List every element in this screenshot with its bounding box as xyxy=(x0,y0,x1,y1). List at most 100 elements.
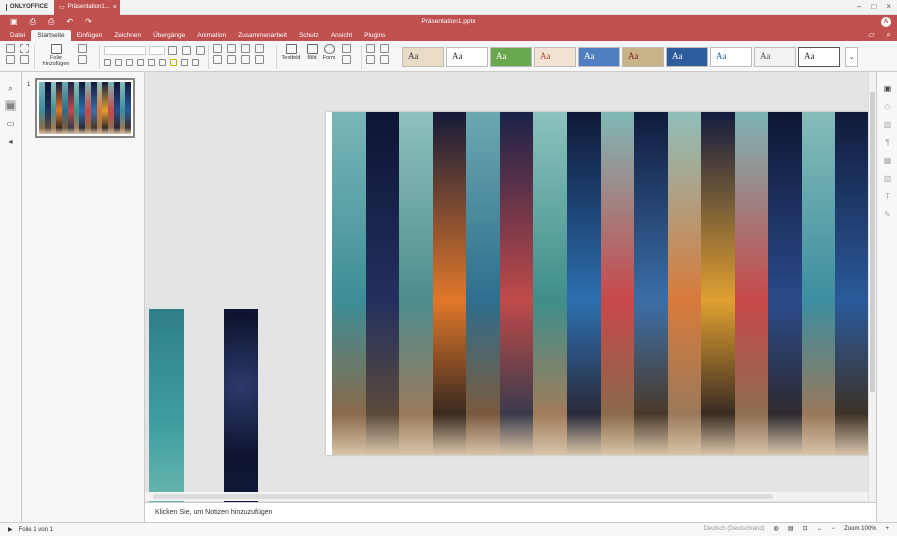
paragraph-settings-icon[interactable]: ¶ xyxy=(882,137,893,148)
app-name: ONLYOFFICE xyxy=(9,4,48,10)
theme-item[interactable]: Aa xyxy=(402,47,444,67)
language-globe-icon[interactable]: ◍ xyxy=(774,525,779,532)
maximize-icon[interactable]: □ xyxy=(871,2,876,11)
slide-size-icon[interactable] xyxy=(380,55,389,64)
slide-thumbnail[interactable] xyxy=(35,78,135,138)
theme-item[interactable]: Aa xyxy=(578,47,620,67)
arrange-icon[interactable] xyxy=(342,44,351,53)
tab-zeichnen[interactable]: Zeichnen xyxy=(108,30,147,41)
font-color-icon[interactable] xyxy=(181,59,188,66)
numbered-list-icon[interactable] xyxy=(227,44,236,53)
close-window-icon[interactable]: × xyxy=(886,2,891,11)
change-case-icon[interactable] xyxy=(196,46,205,55)
tab-ansicht[interactable]: Ansicht xyxy=(325,30,358,41)
shape-settings-icon[interactable]: ◇ xyxy=(882,101,893,112)
minimize-icon[interactable]: – xyxy=(857,2,861,11)
image-fragment-teal[interactable] xyxy=(149,309,184,502)
shape-button[interactable]: Form xyxy=(322,44,336,61)
image-button[interactable]: Bild xyxy=(305,44,319,61)
zoom-out-icon[interactable]: − xyxy=(832,526,836,532)
copy-icon[interactable] xyxy=(6,44,15,53)
font-family-select[interactable] xyxy=(104,46,146,55)
search-icon[interactable]: ⌕ xyxy=(887,30,891,40)
more-themes-chevron-down-icon[interactable]: ⌄ xyxy=(845,47,858,67)
app-header: ▣ ⎙ ⎙ ↶ ↷ Präsentation1.pptx A xyxy=(0,15,897,29)
slide[interactable] xyxy=(326,112,869,455)
tab-einfuegen[interactable]: Einfügen xyxy=(71,30,109,41)
add-slide-button[interactable]: Folie hinzufügen xyxy=(40,44,72,67)
zoom-in-icon[interactable]: + xyxy=(885,526,889,532)
table-settings-icon[interactable]: ▦ xyxy=(882,155,893,166)
bullet-list-icon[interactable] xyxy=(213,44,222,53)
tab-zusammenarbeit[interactable]: Zusammenarbeit xyxy=(232,30,293,41)
close-tab-icon[interactable]: × xyxy=(113,4,117,11)
slide-settings-icon[interactable]: ▣ xyxy=(882,83,893,94)
paste-icon[interactable] xyxy=(6,55,15,64)
italic-icon[interactable] xyxy=(115,59,122,66)
change-slide-layout-icon[interactable] xyxy=(380,44,389,53)
columns-icon[interactable] xyxy=(255,55,264,64)
open-file-location-icon[interactable]: ▱ xyxy=(868,30,874,40)
language-label[interactable]: Deutsch (Deutschland) xyxy=(704,526,765,532)
decrease-font-icon[interactable] xyxy=(182,46,191,55)
search-icon[interactable]: ⌕ xyxy=(5,83,16,94)
copy-style-icon[interactable] xyxy=(366,55,375,64)
user-avatar[interactable]: A xyxy=(881,17,891,27)
spellcheck-icon[interactable]: ▤ xyxy=(788,525,794,532)
line-spacing-icon[interactable] xyxy=(241,55,250,64)
bold-icon[interactable] xyxy=(104,59,111,66)
align-left-icon[interactable] xyxy=(213,55,222,64)
start-slideshow-icon[interactable]: ▶ xyxy=(8,526,13,533)
vertical-scrollbar[interactable] xyxy=(868,72,876,502)
theme-item[interactable]: Aa xyxy=(798,47,840,67)
theme-item[interactable]: Aa xyxy=(666,47,708,67)
decrease-indent-icon[interactable] xyxy=(241,44,250,53)
align-shape-icon[interactable] xyxy=(342,55,351,64)
chart-settings-icon[interactable]: ▥ xyxy=(882,173,893,184)
image-fragment-space[interactable] xyxy=(224,309,258,502)
document-tab[interactable]: ▭ Präsentation1... × xyxy=(54,0,120,15)
highlight-icon[interactable] xyxy=(170,59,177,66)
strikethrough-icon[interactable] xyxy=(137,59,144,66)
tab-animation[interactable]: Animation xyxy=(191,30,232,41)
increase-indent-icon[interactable] xyxy=(255,44,264,53)
clear-format-icon[interactable] xyxy=(366,44,375,53)
theme-item[interactable]: Aa xyxy=(710,47,752,67)
theme-item[interactable]: Aa xyxy=(622,47,664,67)
notes-area[interactable]: Klicken Sie, um Notizen hinzuzufügen xyxy=(145,502,876,522)
slide-image[interactable] xyxy=(332,112,869,455)
underline-icon[interactable] xyxy=(126,59,133,66)
theme-item[interactable]: Aa xyxy=(446,47,488,67)
slide-layout-icon[interactable] xyxy=(78,44,87,53)
theme-item[interactable]: Aa xyxy=(490,47,532,67)
select-all-icon[interactable] xyxy=(20,55,29,64)
theme-item[interactable]: Aa xyxy=(754,47,796,67)
fit-width-icon[interactable]: ↔ xyxy=(817,526,823,532)
tab-startseite[interactable]: Startseite xyxy=(31,30,71,41)
announcements-icon[interactable]: ◂ xyxy=(5,136,16,147)
text-art-settings-icon[interactable]: T xyxy=(882,191,893,202)
subscript-icon[interactable] xyxy=(159,59,166,66)
font-size-select[interactable] xyxy=(149,46,165,55)
tab-schutz[interactable]: Schutz xyxy=(293,30,325,41)
cut-icon[interactable] xyxy=(20,44,29,53)
superscript-icon[interactable] xyxy=(148,59,155,66)
tab-plugins[interactable]: Plugins xyxy=(358,30,391,41)
slides-panel-icon[interactable]: ▤ xyxy=(5,100,16,111)
image-settings-icon[interactable]: ▨ xyxy=(882,119,893,130)
vertical-scroll-thumb[interactable] xyxy=(870,92,875,392)
slideshow-icon[interactable] xyxy=(78,55,87,64)
slide-editing-area[interactable] xyxy=(145,72,876,502)
signature-settings-icon[interactable]: ✎ xyxy=(882,209,893,220)
vertical-align-icon[interactable] xyxy=(227,55,236,64)
horizontal-scrollbar[interactable] xyxy=(145,492,868,501)
increase-font-icon[interactable] xyxy=(168,46,177,55)
clear-style-icon[interactable] xyxy=(192,59,199,66)
tab-uebergaenge[interactable]: Übergänge xyxy=(147,30,191,41)
theme-item[interactable]: Aa xyxy=(534,47,576,67)
fit-slide-icon[interactable]: ⊡ xyxy=(803,525,808,532)
textfield-button[interactable]: Textfeld xyxy=(282,44,300,61)
horizontal-scroll-thumb[interactable] xyxy=(153,494,773,499)
tab-datei[interactable]: Datei xyxy=(4,30,31,41)
comments-icon[interactable]: ▭ xyxy=(5,118,16,129)
